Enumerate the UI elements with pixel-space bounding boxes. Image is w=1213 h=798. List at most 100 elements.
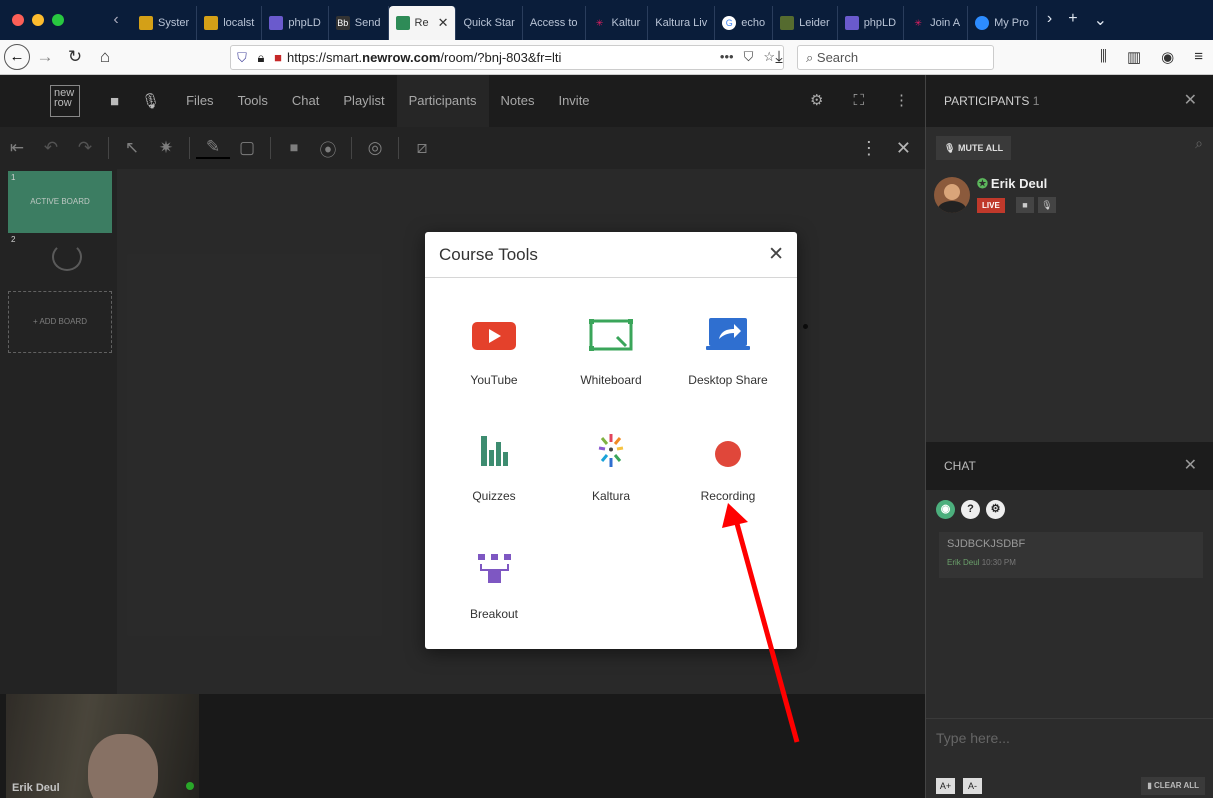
font-decrease-button[interactable]: A- bbox=[963, 778, 982, 794]
url-bar[interactable]: ⛉ 🔒︎ ■ https://smart.newrow.com/room/?bn… bbox=[230, 45, 784, 70]
camera-permission-icon[interactable]: ■ bbox=[269, 50, 287, 65]
avatar bbox=[934, 177, 970, 213]
minimize-window-button[interactable] bbox=[32, 14, 44, 26]
browser-tab[interactable]: phpLD bbox=[262, 6, 329, 40]
tool-recording[interactable]: Recording bbox=[673, 434, 783, 524]
participants-header: PARTICIPANTS 1 ✕ bbox=[925, 75, 1213, 127]
sidebar-icon[interactable]: ▥ bbox=[1127, 48, 1141, 66]
mute-all-button[interactable]: 🎙︎ MUTE ALL bbox=[936, 136, 1012, 160]
recording-icon bbox=[715, 441, 741, 467]
account-icon[interactable]: ◉ bbox=[1161, 48, 1174, 66]
chat-users-icon[interactable]: ◉ bbox=[936, 500, 955, 519]
browser-tab[interactable]: localst bbox=[197, 6, 263, 40]
tab-label: Re bbox=[414, 17, 429, 29]
tool-desktop-share[interactable]: Desktop Share bbox=[673, 318, 783, 408]
fullscreen-icon[interactable]: ⛶ bbox=[853, 75, 864, 127]
library-icon[interactable]: ⫼ bbox=[1100, 48, 1107, 66]
tool-youtube[interactable]: YouTube bbox=[439, 318, 549, 408]
new-tab-icon[interactable]: + bbox=[1068, 10, 1077, 30]
help-icon[interactable]: ? bbox=[961, 500, 980, 519]
url-text[interactable]: https://smart.newrow.com/room/?bnj-803&f… bbox=[287, 50, 561, 65]
browser-tab-active[interactable]: Re ✕ bbox=[388, 6, 457, 40]
microphone-icon[interactable]: 🎙︎ bbox=[141, 92, 160, 110]
browser-tab[interactable]: Gecho bbox=[715, 6, 774, 40]
chat-title: CHAT bbox=[944, 459, 976, 473]
page-actions-icon[interactable]: ••• bbox=[720, 49, 734, 65]
lock-icon[interactable]: 🔒︎ bbox=[253, 50, 269, 66]
live-badge[interactable]: LIVE bbox=[977, 198, 1005, 213]
tool-label: Breakout bbox=[469, 607, 519, 621]
forward-icon[interactable]: → bbox=[30, 47, 60, 67]
whiteboard-icon bbox=[589, 319, 633, 351]
download-icon[interactable]: ⤓ bbox=[764, 47, 794, 67]
tracking-shield-icon[interactable]: ⛉ bbox=[231, 50, 253, 66]
participant-name-text: Erik Deul bbox=[990, 176, 1048, 191]
close-participants-icon[interactable]: ✕ bbox=[1184, 75, 1197, 127]
browser-tab[interactable]: Leider bbox=[773, 6, 838, 40]
participants-panel: 🎙︎ MUTE ALL ⌕ ✪ Erik Deul LIVE ■ 🎙︎ bbox=[925, 127, 1213, 442]
tab-label: Leider bbox=[799, 17, 830, 29]
app-bar-controls: ⚙ ⛶ ⋮ bbox=[810, 75, 909, 127]
close-window-button[interactable] bbox=[12, 14, 24, 26]
browser-tab[interactable]: Quick Star bbox=[456, 6, 523, 40]
chat-input[interactable]: Type here... bbox=[926, 718, 1213, 756]
browser-tab[interactable]: Syster bbox=[132, 6, 198, 40]
tab-favicon-icon bbox=[975, 16, 990, 30]
dialog-divider bbox=[425, 277, 797, 278]
url-host: newrow.com bbox=[362, 50, 441, 65]
tab-scroll-right-icon[interactable]: › bbox=[1047, 10, 1052, 30]
menu-tools[interactable]: Tools bbox=[226, 75, 280, 127]
browser-tab[interactable]: ✳ Join A bbox=[904, 6, 969, 40]
close-dialog-icon[interactable]: ✕ bbox=[768, 243, 784, 266]
chat-message-text: SJDBCKJSDBF bbox=[947, 538, 1026, 550]
tool-breakout[interactable]: Breakout bbox=[439, 552, 549, 642]
tab-label: echo bbox=[741, 17, 766, 29]
tool-label: Desktop Share bbox=[688, 373, 768, 387]
close-tab-icon[interactable]: ✕ bbox=[438, 15, 449, 31]
more-vertical-icon[interactable]: ⋮ bbox=[894, 75, 909, 127]
home-icon[interactable]: ⌂ bbox=[90, 47, 120, 67]
tab-scroll-left-icon[interactable]: ‹ bbox=[100, 11, 132, 29]
participant-name: ✪ Erik Deul bbox=[977, 176, 1047, 192]
youtube-icon bbox=[472, 322, 516, 350]
close-chat-icon[interactable]: ✕ bbox=[1184, 442, 1197, 490]
menu-chat[interactable]: Chat bbox=[280, 75, 331, 127]
search-input[interactable]: ⌕ Search bbox=[797, 45, 994, 70]
tool-quizzes[interactable]: Quizzes bbox=[439, 434, 549, 524]
pocket-icon[interactable]: ⛉ bbox=[744, 49, 754, 65]
menu-participants[interactable]: Participants bbox=[396, 75, 489, 127]
tab-list-icon[interactable]: ⌄ bbox=[1094, 10, 1107, 30]
tab-favicon-icon: G bbox=[722, 16, 737, 30]
tool-whiteboard[interactable]: Whiteboard bbox=[556, 318, 666, 408]
tab-label: Join A bbox=[930, 17, 961, 29]
browser-tab[interactable]: Kaltura Liv bbox=[648, 6, 716, 40]
browser-tab[interactable]: Access to bbox=[523, 6, 586, 40]
participant-camera-icon[interactable]: ■ bbox=[1016, 197, 1034, 213]
tab-favicon-icon bbox=[139, 16, 153, 30]
camera-icon[interactable]: ■ bbox=[110, 93, 119, 110]
clear-all-button[interactable]: ▮ CLEAR ALL bbox=[1141, 777, 1205, 795]
chat-settings-icon[interactable]: ⚙ bbox=[986, 500, 1005, 519]
microphone-icon: 🎙︎ bbox=[944, 143, 956, 153]
tab-favicon-icon bbox=[780, 16, 795, 30]
menu-invite[interactable]: Invite bbox=[546, 75, 601, 127]
chat-toolbar: ◉ ? ⚙ bbox=[936, 500, 1005, 519]
settings-gear-icon[interactable]: ⚙ bbox=[810, 75, 823, 127]
desktop-share-icon bbox=[706, 318, 750, 350]
window-controls bbox=[0, 14, 100, 26]
browser-tab[interactable]: phpLD bbox=[838, 6, 905, 40]
tool-kaltura[interactable]: Kaltura bbox=[556, 434, 666, 524]
zoom-window-button[interactable] bbox=[52, 14, 64, 26]
menu-notes[interactable]: Notes bbox=[489, 75, 547, 127]
browser-tab[interactable]: ✳ Kaltur bbox=[586, 6, 649, 40]
menu-playlist[interactable]: Playlist bbox=[331, 75, 396, 127]
back-icon[interactable]: ← bbox=[4, 44, 30, 70]
search-participants-icon[interactable]: ⌕ bbox=[1195, 135, 1203, 152]
browser-tab[interactable]: Bb Send bbox=[329, 6, 389, 40]
font-increase-button[interactable]: A+ bbox=[936, 778, 955, 794]
menu-files[interactable]: Files bbox=[174, 75, 225, 127]
reload-icon[interactable]: ↻ bbox=[60, 47, 90, 67]
menu-icon[interactable]: ≡ bbox=[1194, 48, 1203, 66]
browser-tab[interactable]: My Pro bbox=[968, 6, 1037, 40]
participant-mic-icon[interactable]: 🎙︎ bbox=[1038, 197, 1056, 213]
